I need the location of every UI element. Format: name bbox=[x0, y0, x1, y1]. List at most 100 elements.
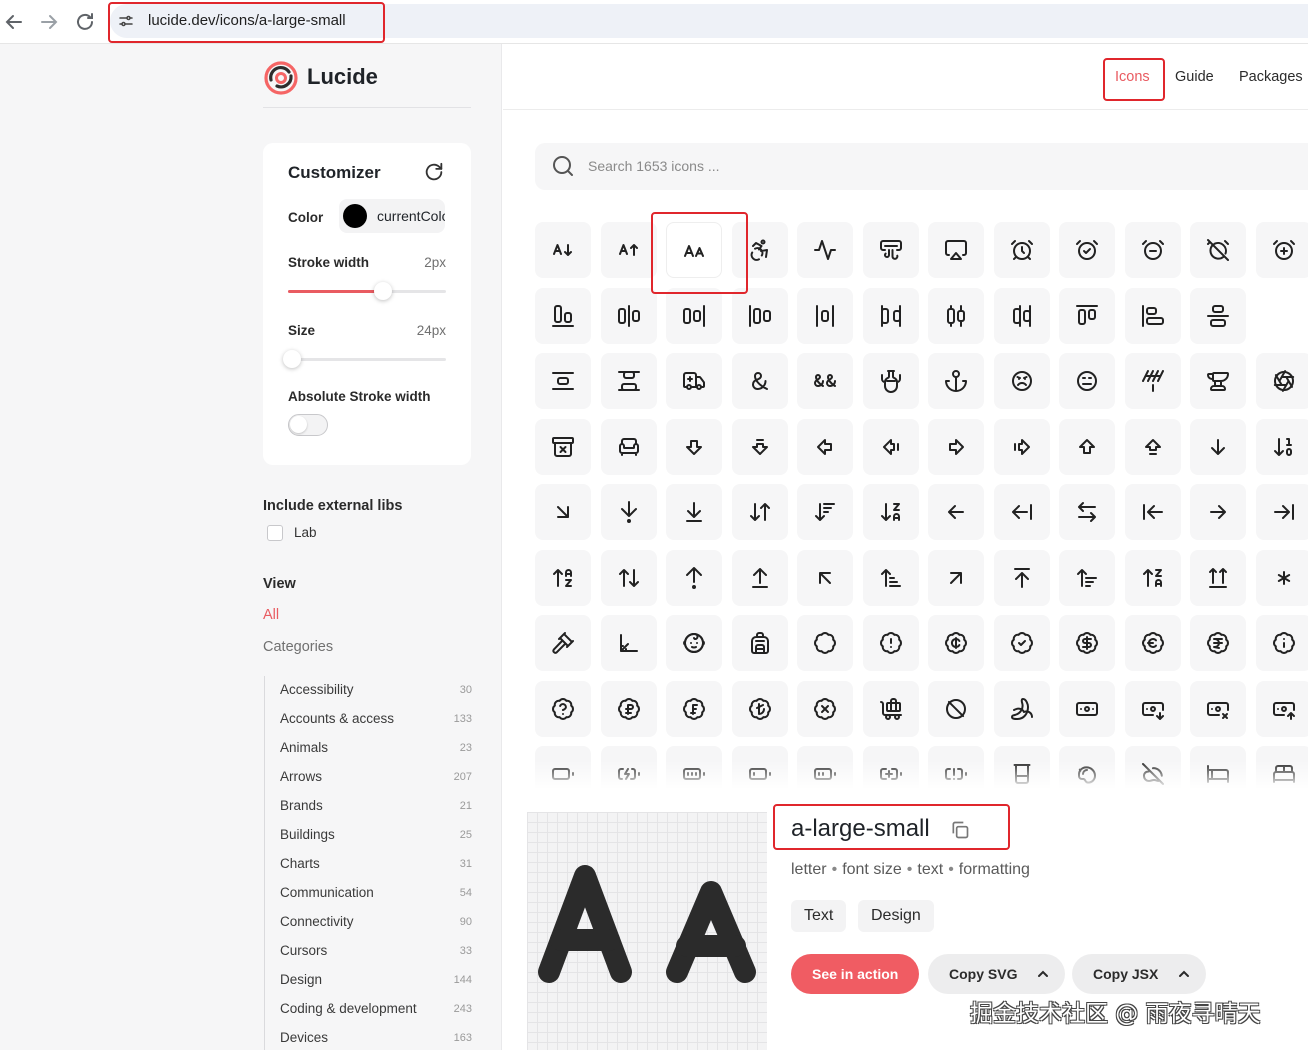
aperture-icon[interactable] bbox=[1256, 353, 1308, 409]
category-chip-design[interactable]: Design bbox=[858, 900, 934, 932]
accessibility-icon[interactable] bbox=[732, 222, 788, 278]
category-item[interactable]: Animals 23 bbox=[280, 740, 472, 760]
arrow-down-to-dot-icon[interactable] bbox=[601, 484, 657, 540]
badge-help-icon[interactable] bbox=[535, 681, 591, 737]
arrow-up-wide-narrow-icon[interactable] bbox=[1059, 550, 1115, 606]
reload-icon[interactable] bbox=[73, 10, 97, 34]
annoyed-icon[interactable] bbox=[1059, 353, 1115, 409]
alarm-clock-check-icon[interactable] bbox=[1059, 222, 1115, 278]
alarm-clock-off-icon[interactable] bbox=[1190, 222, 1246, 278]
badge-alert-icon[interactable] bbox=[863, 615, 919, 671]
chevron-up-icon[interactable] bbox=[1035, 966, 1051, 982]
arrow-down-1-0-icon[interactable] bbox=[1256, 419, 1308, 475]
air-vent-icon[interactable] bbox=[863, 222, 919, 278]
align-vertical-space-between-icon[interactable] bbox=[601, 353, 657, 409]
alarm-clock-icon[interactable] bbox=[994, 222, 1050, 278]
align-vertical-justify-center-icon[interactable] bbox=[1190, 288, 1246, 344]
arrow-left-to-line-icon[interactable] bbox=[1125, 484, 1181, 540]
align-vertical-space-around-icon[interactable] bbox=[535, 353, 591, 409]
arrow-big-up-icon[interactable] bbox=[1059, 419, 1115, 475]
nav-guide[interactable]: Guide bbox=[1175, 69, 1214, 85]
arrow-down-up-icon[interactable] bbox=[732, 484, 788, 540]
back-arrow-icon[interactable] bbox=[2, 10, 26, 34]
category-item[interactable]: Accessibility 30 bbox=[280, 682, 472, 702]
arrow-down-z-a-icon[interactable] bbox=[863, 484, 919, 540]
category-item[interactable]: Brands 21 bbox=[280, 798, 472, 818]
lucide-logo-icon[interactable] bbox=[263, 60, 299, 96]
antenna-icon[interactable] bbox=[1125, 353, 1181, 409]
lab-label[interactable]: Lab bbox=[294, 525, 317, 540]
banknote-x-icon[interactable] bbox=[1190, 681, 1246, 737]
banana-icon[interactable] bbox=[994, 681, 1050, 737]
arrow-up-from-dot-icon[interactable] bbox=[666, 550, 722, 606]
badge-swiss-franc-icon[interactable] bbox=[666, 681, 722, 737]
arrow-up-narrow-wide-icon[interactable] bbox=[863, 550, 919, 606]
badge-info-icon[interactable] bbox=[1256, 615, 1308, 671]
amphora-icon[interactable] bbox=[863, 353, 919, 409]
baby-icon[interactable] bbox=[666, 615, 722, 671]
category-item[interactable]: Buildings 25 bbox=[280, 827, 472, 847]
banknote-arrow-up-icon[interactable] bbox=[1256, 681, 1308, 737]
archive-x-icon[interactable] bbox=[535, 419, 591, 475]
axis-3d-icon[interactable] bbox=[601, 615, 657, 671]
size-slider[interactable] bbox=[283, 350, 446, 368]
category-item[interactable]: Cursors 33 bbox=[280, 943, 472, 963]
align-horizontal-space-around-icon[interactable] bbox=[797, 288, 853, 344]
airplay-icon[interactable] bbox=[928, 222, 984, 278]
anvil-icon[interactable] bbox=[1190, 353, 1246, 409]
forward-arrow-icon[interactable] bbox=[37, 10, 61, 34]
anchor-icon[interactable] bbox=[928, 353, 984, 409]
arrow-right-icon[interactable] bbox=[1190, 484, 1246, 540]
arrow-big-down-icon[interactable] bbox=[666, 419, 722, 475]
arrow-up-from-line-icon[interactable] bbox=[732, 550, 788, 606]
stroke-width-slider[interactable] bbox=[288, 282, 446, 300]
align-horizontal-justify-start-icon[interactable] bbox=[732, 288, 788, 344]
ambulance-icon[interactable] bbox=[666, 353, 722, 409]
a-arrow-down-icon[interactable] bbox=[535, 222, 591, 278]
stroke-width-thumb[interactable] bbox=[373, 282, 392, 300]
url-text[interactable]: lucide.dev/icons/a-large-small bbox=[148, 12, 346, 29]
align-end-horizontal-icon[interactable] bbox=[535, 288, 591, 344]
align-horizontal-space-between-icon[interactable] bbox=[863, 288, 919, 344]
arrow-big-right-dash-icon[interactable] bbox=[994, 419, 1050, 475]
gavel-icon[interactable] bbox=[535, 615, 591, 671]
arrow-down-right-icon[interactable] bbox=[535, 484, 591, 540]
align-horizontal-distribute-end-icon[interactable] bbox=[994, 288, 1050, 344]
copy-jsx-button[interactable]: Copy JSX bbox=[1072, 954, 1207, 994]
arrow-up-a-z-icon[interactable] bbox=[535, 550, 591, 606]
site-settings-icon[interactable] bbox=[118, 13, 134, 29]
view-all-link[interactable]: All bbox=[263, 607, 279, 623]
badge-turkish-lira-icon[interactable] bbox=[732, 681, 788, 737]
color-picker[interactable]: currentColor bbox=[339, 199, 445, 233]
badge-check-icon[interactable] bbox=[994, 615, 1050, 671]
badge-russian-ruble-icon[interactable] bbox=[601, 681, 657, 737]
arrow-down-to-line-icon[interactable] bbox=[666, 484, 722, 540]
activity-icon[interactable] bbox=[797, 222, 853, 278]
arrows-up-from-line-icon[interactable] bbox=[1190, 550, 1246, 606]
chevron-up-icon[interactable] bbox=[1176, 966, 1192, 982]
copy-icon[interactable] bbox=[950, 820, 970, 840]
alarm-clock-plus-icon[interactable] bbox=[1256, 222, 1308, 278]
align-horizontal-distribute-center-icon[interactable] bbox=[928, 288, 984, 344]
nav-packages[interactable]: Packages bbox=[1239, 69, 1303, 85]
arrow-right-to-line-icon[interactable] bbox=[1256, 484, 1308, 540]
category-item[interactable]: Devices 163 bbox=[280, 1030, 472, 1050]
category-item[interactable]: Accounts & access 133 bbox=[280, 711, 472, 731]
arrow-up-to-line-icon[interactable] bbox=[994, 550, 1050, 606]
absolute-stroke-toggle[interactable] bbox=[288, 414, 328, 436]
arrow-up-left-icon[interactable] bbox=[797, 550, 853, 606]
arrow-left-from-line-icon[interactable] bbox=[994, 484, 1050, 540]
brand-name[interactable]: Lucide bbox=[307, 64, 378, 90]
category-item[interactable]: Charts 31 bbox=[280, 856, 472, 876]
search-input[interactable]: Search 1653 icons ... bbox=[588, 158, 720, 174]
ban-icon[interactable] bbox=[928, 681, 984, 737]
a-arrow-up-icon[interactable] bbox=[601, 222, 657, 278]
badge-dollar-sign-icon[interactable] bbox=[1059, 615, 1115, 671]
category-item[interactable]: Design 144 bbox=[280, 972, 472, 992]
baggage-claim-icon[interactable] bbox=[863, 681, 919, 737]
arrow-left-icon[interactable] bbox=[928, 484, 984, 540]
align-horizontal-justify-center-icon[interactable] bbox=[601, 288, 657, 344]
nav-icons[interactable]: Icons bbox=[1115, 69, 1150, 85]
align-start-horizontal-icon[interactable] bbox=[1125, 288, 1181, 344]
alarm-clock-minus-icon[interactable] bbox=[1125, 222, 1181, 278]
